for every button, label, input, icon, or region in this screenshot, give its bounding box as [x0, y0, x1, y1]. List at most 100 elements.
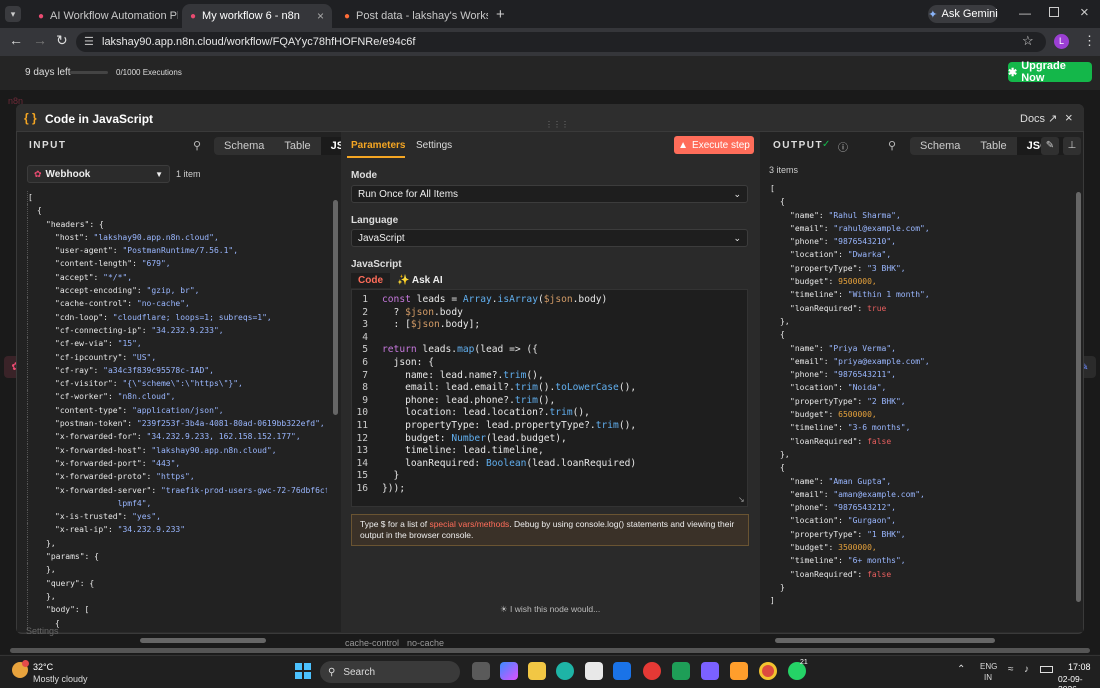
- json-line: "x-forwarded-host": "lakshay90.app.n8n.c…: [27, 443, 327, 457]
- json-line: {: [27, 204, 327, 218]
- feedback-link[interactable]: ☀ I wish this node would...: [500, 604, 600, 615]
- forward-arrow-icon[interactable]: →: [33, 32, 47, 48]
- taskbar-search[interactable]: ⚲ Search: [320, 661, 460, 683]
- tab-parameters[interactable]: Parameters: [351, 140, 405, 151]
- input-region[interactable]: IN: [984, 673, 992, 682]
- line-number: 14: [356, 457, 368, 469]
- task-view-icon[interactable]: [472, 662, 490, 680]
- windows-start-icon[interactable]: [295, 663, 311, 679]
- tab-search-button[interactable]: ▾: [5, 6, 21, 22]
- code-content[interactable]: const leads = Array.isArray($json.body) …: [382, 294, 742, 496]
- wifi-icon[interactable]: ≈: [1008, 664, 1014, 675]
- resize-handle-icon[interactable]: ↘: [738, 495, 745, 504]
- clock-date[interactable]: 02-09-2026: [1058, 674, 1100, 688]
- new-tab-plus-icon[interactable]: +: [496, 6, 505, 23]
- tab-table[interactable]: Table: [274, 137, 320, 155]
- info-icon[interactable]: ⓘ: [838, 139, 848, 154]
- tab-code[interactable]: Code: [351, 273, 390, 288]
- json-key: "phone":: [790, 370, 834, 380]
- special-vars-link[interactable]: special vars/methods: [429, 519, 509, 529]
- language-select[interactable]: JavaScript ⌄: [351, 229, 748, 247]
- search-icon[interactable]: ⚲: [888, 139, 896, 152]
- json-line: "query": {: [27, 576, 327, 590]
- json-value: "cloudflare; loops=1; subreqs=1",: [112, 312, 272, 322]
- json-value: "9876543212",: [833, 503, 896, 513]
- input-hscrollbar[interactable]: [140, 638, 266, 643]
- pin-icon[interactable]: ⊥: [1063, 137, 1081, 155]
- code-line: phone: lead.phone?.trim(),: [382, 395, 742, 408]
- code-token: ().: [537, 382, 556, 394]
- output-hscrollbar[interactable]: [775, 638, 995, 643]
- upgrade-button[interactable]: ✱ Upgrade Now: [1008, 60, 1092, 84]
- json-bracket: {: [780, 330, 785, 340]
- input-scrollbar[interactable]: [333, 200, 338, 415]
- json-line: "cdn-loop": "cloudflare; loops=1; subreq…: [27, 310, 327, 324]
- close-icon[interactable]: ×: [317, 9, 324, 23]
- edge-icon[interactable]: [556, 662, 574, 680]
- battery-icon[interactable]: [1040, 666, 1053, 673]
- teams-icon[interactable]: [701, 662, 719, 680]
- settings-link[interactable]: Settings: [26, 626, 59, 636]
- copilot-icon[interactable]: [500, 662, 518, 680]
- file-explorer-icon[interactable]: [528, 662, 546, 680]
- json-bracket: {: [780, 463, 785, 473]
- browser-tab-0[interactable]: ● AI Workflow Automation Platfo ×: [30, 4, 178, 28]
- json-value: "{\"scheme\":\"https\"}",: [122, 379, 243, 389]
- json-key: "cf-ray":: [55, 365, 104, 375]
- tab-schema[interactable]: Schema: [214, 137, 274, 155]
- json-key: "email":: [790, 356, 834, 366]
- json-key: "cf-ipcountry":: [55, 352, 133, 362]
- site-info-icon[interactable]: ☰: [84, 35, 94, 48]
- window-close-icon[interactable]: ×: [1080, 4, 1089, 21]
- volume-icon[interactable]: ♪: [1024, 664, 1029, 675]
- page-hscrollbar[interactable]: [10, 648, 1090, 653]
- bookmark-star-icon[interactable]: ☆: [1022, 33, 1034, 49]
- tray-chevron-icon[interactable]: ⌃: [957, 664, 965, 675]
- search-icon[interactable]: ⚲: [193, 139, 201, 152]
- code-token: phone: lead.phone?.: [382, 394, 515, 406]
- tab-settings[interactable]: Settings: [416, 140, 452, 151]
- store-icon[interactable]: [585, 662, 603, 680]
- back-arrow-icon[interactable]: ←: [9, 32, 23, 48]
- clock-time[interactable]: 17:08: [1068, 662, 1091, 672]
- opera-icon[interactable]: [643, 662, 661, 680]
- drag-handle-icon[interactable]: ⋮⋮⋮: [545, 120, 569, 129]
- outlook-icon[interactable]: [613, 662, 631, 680]
- input-item-count: 1 item: [176, 169, 201, 179]
- input-language[interactable]: ENG: [980, 662, 997, 671]
- code-token: (),: [618, 382, 637, 394]
- browser-menu-icon[interactable]: ⋮: [1083, 33, 1096, 49]
- weather-desc[interactable]: Mostly cloudy: [33, 674, 88, 684]
- brave-icon[interactable]: [730, 662, 748, 680]
- tab-table[interactable]: Table: [970, 137, 1016, 155]
- json-value: "n8n.cloud",: [117, 392, 176, 402]
- edit-output-icon[interactable]: ✎: [1041, 137, 1059, 155]
- tab-schema[interactable]: Schema: [910, 137, 970, 155]
- line-number: 13: [356, 445, 368, 457]
- ask-gemini-button[interactable]: ✦ Ask Gemini: [928, 5, 998, 23]
- url-field[interactable]: ☰ lakshay90.app.n8n.cloud/workflow/FQAYy…: [76, 32, 1046, 52]
- docs-link[interactable]: Docs ↗: [1020, 112, 1057, 125]
- json-value: "15",: [117, 339, 142, 349]
- modal-close-icon[interactable]: ×: [1065, 110, 1073, 125]
- mode-select[interactable]: Run Once for All Items ⌄: [351, 185, 748, 203]
- input-source-select[interactable]: ✿ Webhook ▼: [27, 165, 170, 183]
- minimize-icon[interactable]: —: [1019, 6, 1031, 20]
- execute-step-button[interactable]: ▲ Execute step: [674, 136, 754, 154]
- json-bracket: },: [46, 565, 56, 575]
- reload-icon[interactable]: ↻: [56, 32, 68, 49]
- weather-temp[interactable]: 32°C: [33, 662, 53, 672]
- code-line: return leads.map(lead => ({: [382, 344, 742, 357]
- output-scrollbar[interactable]: [1076, 192, 1081, 602]
- avatar[interactable]: L: [1054, 34, 1069, 49]
- tab-ask-ai[interactable]: ✨ Ask AI: [390, 273, 450, 288]
- excel-icon[interactable]: [672, 662, 690, 680]
- json-value: "priya@example.com",: [833, 356, 930, 366]
- maximize-icon[interactable]: [1049, 7, 1059, 17]
- browser-tab-2[interactable]: ● Post data - lakshay's Workspac ×: [336, 4, 488, 28]
- browser-tab-1[interactable]: ● My workflow 6 - n8n ×: [182, 4, 332, 28]
- input-heading: INPUT: [29, 140, 67, 151]
- json-value: "9876543211",: [833, 370, 896, 380]
- json-key: "accept":: [55, 272, 104, 282]
- chrome-icon[interactable]: [759, 662, 777, 680]
